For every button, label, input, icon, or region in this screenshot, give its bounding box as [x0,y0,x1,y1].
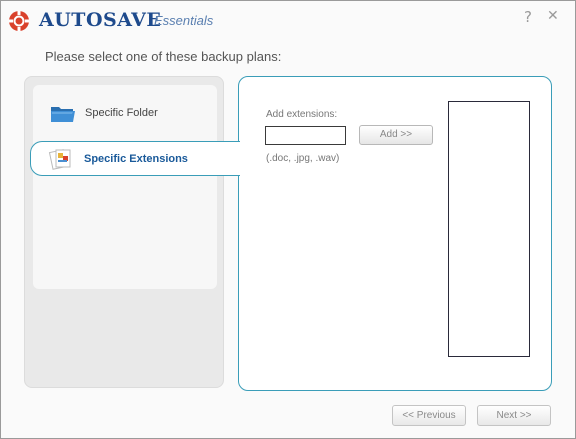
folder-icon [51,107,75,122]
extensions-listbox[interactable] [448,101,530,357]
plan-option-specific-extensions[interactable]: Specific Extensions [30,141,240,176]
close-icon[interactable]: ✕ [547,8,559,24]
plan-option-specific-folder[interactable]: Specific Folder [31,96,241,130]
lifebuoy-logo-icon [9,11,29,31]
autosave-window: AUTOSAVE Essentials ? ✕ Please select on… [0,0,576,439]
add-extensions-label: Add extensions: [266,109,338,120]
extension-input[interactable] [265,126,346,145]
help-icon[interactable]: ? [524,8,532,26]
extension-hint: (.doc, .jpg, .wav) [266,153,340,164]
next-button[interactable]: Next >> [477,405,551,426]
previous-button[interactable]: << Previous [392,405,466,426]
plan-option-label: Specific Extensions [84,152,188,165]
page-prompt: Please select one of these backup plans: [45,49,282,64]
plan-option-label: Specific Folder [85,107,158,119]
panel-connector [236,142,242,174]
documents-icon [48,148,71,170]
add-extension-button[interactable]: Add >> [359,125,433,145]
app-subtitle: Essentials [154,13,214,28]
app-name: AUTOSAVE [39,9,162,31]
